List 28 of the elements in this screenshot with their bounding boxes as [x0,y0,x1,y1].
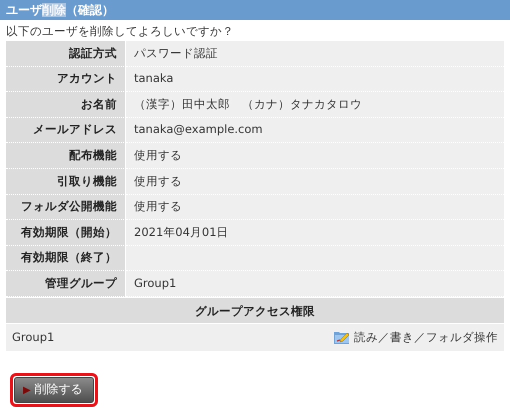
section-heading: グループアクセス権限 [6,298,504,324]
field-label: フォルダ公開機能 [6,194,126,220]
field-value: （漢字）田中太郎 （カナ）タナカタロウ [126,92,504,118]
field-value: パスワード認証 [126,41,504,67]
field-value: tanaka@example.com [126,118,504,144]
field-value: 使用する [126,143,504,169]
field-label: 配布機能 [6,143,126,169]
field-label: 認証方式 [6,41,126,67]
field-label: アカウント [6,66,126,92]
field-label: メールアドレス [6,118,126,144]
field-label: 有効期限（開始） [6,220,126,246]
field-label: 管理グループ [6,271,126,297]
field-value: 2021年04月01日 [126,220,504,246]
confirm-question: 以下のユーザを削除してよろしいですか？ [5,23,235,40]
title-text: ユーザ [6,3,42,17]
field-label: 有効期限（終了） [6,246,126,272]
field-label: お名前 [6,92,126,118]
field-value: Group1 [126,271,504,297]
field-value: tanaka [126,66,504,92]
field-value: 使用する [126,194,504,220]
delete-button[interactable]: ▶ 削除する [14,376,94,403]
title-text: （確認） [66,3,114,17]
field-label: 引取り機能 [6,168,126,195]
field-value: 使用する [126,168,504,195]
group-name: Group1 [12,328,54,346]
folder-edit-icon [334,330,350,344]
permission-text: 読み／書き／フォルダ操作 [354,328,498,346]
title-text: 削除 [42,3,66,17]
